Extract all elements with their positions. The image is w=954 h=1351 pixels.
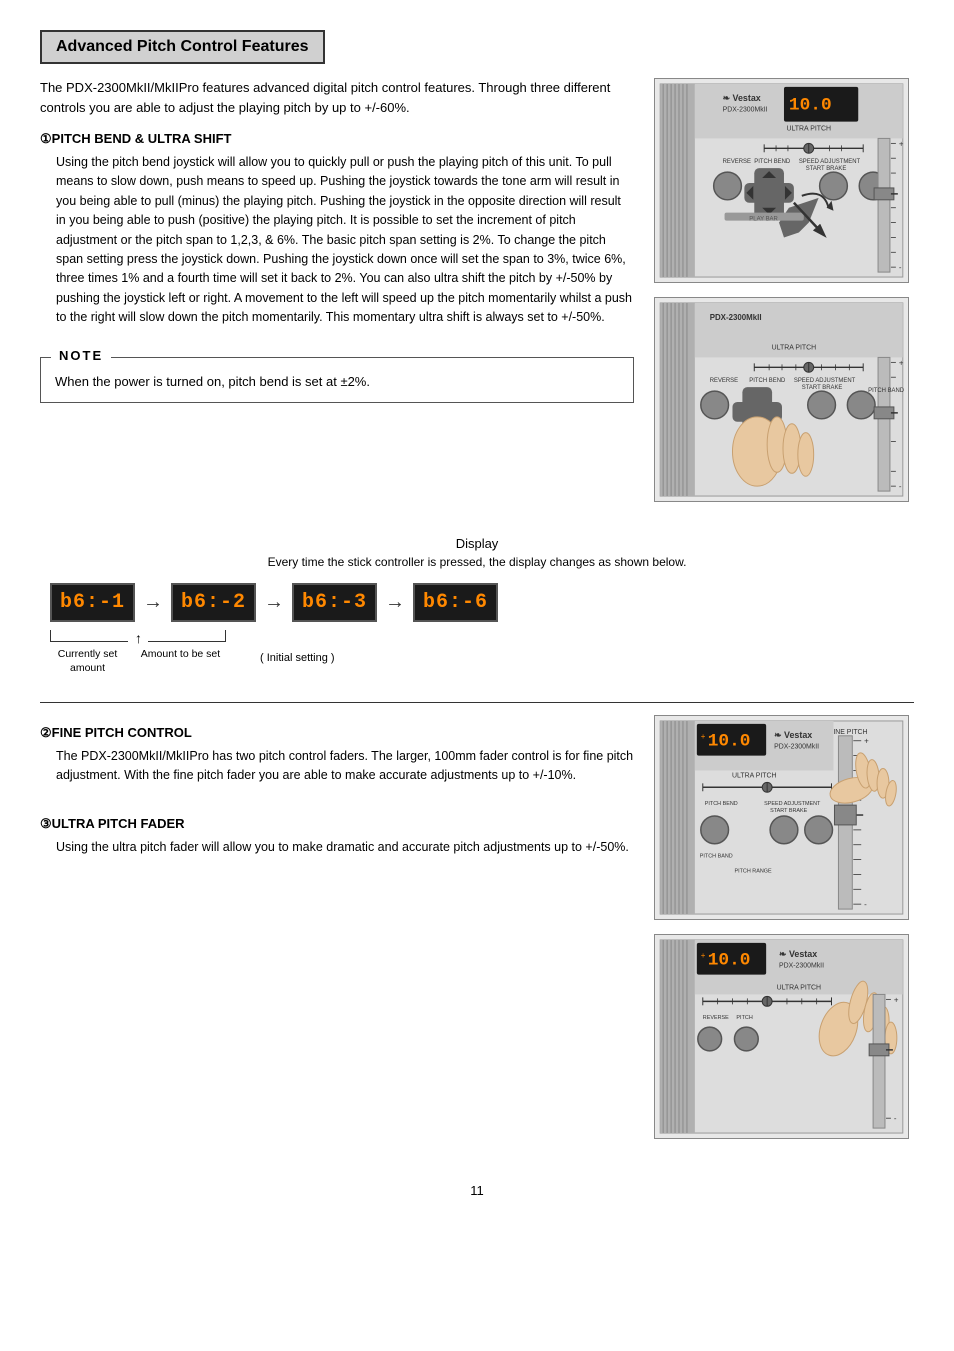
- section-divider-1: [40, 702, 914, 703]
- display-section: Display Every time the stick controller …: [40, 536, 914, 682]
- left-column: The PDX-2300MkII/MkIIPro features advanc…: [40, 78, 634, 516]
- svg-text:-: -: [864, 900, 867, 909]
- section1-num: ①: [40, 131, 52, 146]
- svg-text:ULTRA PITCH: ULTRA PITCH: [772, 344, 816, 351]
- arrow-1: →: [143, 591, 163, 614]
- svg-text:PDX-2300MkII: PDX-2300MkII: [774, 744, 819, 751]
- section2-body: The PDX-2300MkII/MkIIPro has two pitch c…: [56, 747, 634, 786]
- bracket-left: [50, 630, 128, 642]
- svg-text:SPEED ADJUSTMENT: SPEED ADJUSTMENT: [799, 159, 861, 165]
- arrow-2: →: [264, 591, 284, 614]
- svg-text:SPEED ADJUSTMENT: SPEED ADJUSTMENT: [794, 378, 856, 384]
- page-number: 11: [40, 1183, 914, 1198]
- svg-text:+: +: [864, 737, 869, 746]
- bracket-right: [148, 630, 226, 642]
- svg-text:FINE PITCH: FINE PITCH: [829, 729, 867, 736]
- svg-text:PITCH BAND: PITCH BAND: [868, 388, 904, 394]
- device-image-4: + 10.0 ❧ Vestax PDX-2300MkII ULTRA PITCH: [654, 934, 909, 1139]
- right-column: 10.0 ❧ Vestax PDX-2300MkII ULTRA PITCH: [654, 78, 914, 516]
- svg-text:PITCH: PITCH: [736, 1015, 752, 1021]
- label-amount-set: Amount to be set: [138, 648, 223, 662]
- svg-text:+: +: [899, 358, 904, 367]
- svg-text:REVERSE: REVERSE: [703, 1015, 729, 1021]
- section2-num: ②: [40, 725, 52, 740]
- svg-text:+: +: [894, 995, 899, 1004]
- svg-text:REVERSE: REVERSE: [723, 159, 751, 165]
- page-num-text: 11: [470, 1183, 484, 1198]
- section1-body: Using the pitch bend joystick will allow…: [56, 153, 634, 327]
- step2: b6:-2: [171, 583, 256, 622]
- label-initial: ( Initial setting ): [260, 652, 335, 664]
- page-title: Advanced Pitch Control Features: [56, 38, 309, 56]
- section3-container: ③ULTRA PITCH FADER Using the ultra pitch…: [40, 816, 634, 857]
- title-box: Advanced Pitch Control Features: [40, 30, 325, 64]
- svg-text:ULTRA PITCH: ULTRA PITCH: [786, 125, 830, 132]
- svg-text:ULTRA PITCH: ULTRA PITCH: [777, 984, 821, 991]
- svg-text:PDX-2300MkII: PDX-2300MkII: [779, 963, 824, 970]
- svg-text:PDX-2300MkII: PDX-2300MkII: [710, 313, 762, 322]
- svg-text:START BRAKE: START BRAKE: [802, 385, 843, 391]
- page-container: Advanced Pitch Control Features The PDX-…: [40, 30, 914, 1198]
- display-title: Display: [40, 536, 914, 551]
- device-image-1: 10.0 ❧ Vestax PDX-2300MkII ULTRA PITCH: [654, 78, 909, 283]
- note-container: NOTE When the power is turned on, pitch …: [40, 341, 634, 419]
- svg-text:PITCH BEND: PITCH BEND: [705, 801, 738, 807]
- intro-paragraph: The PDX-2300MkII/MkIIPro features advanc…: [40, 78, 634, 117]
- svg-text:PITCH BAND: PITCH BAND: [700, 854, 733, 860]
- device-image-3: FINE PITCH +: [654, 715, 909, 920]
- svg-text:ULTRA PITCH: ULTRA PITCH: [732, 772, 776, 779]
- svg-text:PDX-2300MkII: PDX-2300MkII: [723, 107, 768, 114]
- step1: b6:-1: [50, 583, 135, 622]
- svg-text:10.0: 10.0: [789, 96, 832, 116]
- svg-text:START BRAKE: START BRAKE: [806, 166, 847, 172]
- arrow-3: →: [385, 591, 405, 614]
- display-box-1: b6:-1: [50, 583, 135, 622]
- svg-text:❧ Vestax: ❧ Vestax: [774, 730, 812, 740]
- bottom-right-col: FINE PITCH +: [654, 715, 914, 1153]
- svg-text:PITCH RANGE: PITCH RANGE: [734, 868, 772, 874]
- svg-text:-: -: [894, 1114, 897, 1123]
- svg-text:10.0: 10.0: [708, 951, 751, 971]
- section1-title: PITCH BEND & ULTRA SHIFT: [52, 131, 232, 146]
- svg-text:+: +: [701, 732, 706, 741]
- svg-text:PLAY BAR: PLAY BAR: [749, 217, 778, 223]
- main-layout: The PDX-2300MkII/MkIIPro features advanc…: [40, 78, 914, 516]
- svg-text:❧ Vestax: ❧ Vestax: [723, 93, 761, 103]
- svg-text:PITCH BEND: PITCH BEND: [749, 378, 785, 384]
- svg-text:PITCH BEND: PITCH BEND: [754, 159, 790, 165]
- svg-text:+: +: [899, 139, 904, 148]
- svg-text:-: -: [899, 263, 902, 272]
- svg-text:-: -: [899, 482, 902, 491]
- svg-text:10.0: 10.0: [708, 732, 751, 752]
- section3-body: Using the ultra pitch fader will allow y…: [56, 838, 634, 857]
- section2-title: FINE PITCH CONTROL: [52, 725, 192, 740]
- note-label: NOTE: [51, 348, 111, 363]
- svg-text:START BRAKE: START BRAKE: [770, 808, 808, 814]
- display-box-4: b6:-6: [413, 583, 498, 622]
- svg-text:❧ Vestax: ❧ Vestax: [779, 949, 817, 959]
- display-subtitle: Every time the stick controller is press…: [40, 555, 914, 569]
- section3-num: ③: [40, 816, 52, 831]
- svg-text:REVERSE: REVERSE: [710, 378, 738, 384]
- display-steps-row: b6:-1 → b6:-2 → b6:-3 → b6:-6: [40, 583, 914, 622]
- note-text: When the power is turned on, pitch bend …: [55, 372, 619, 392]
- step4: b6:-6: [413, 583, 498, 622]
- arrow-up: ↑: [135, 630, 142, 646]
- section3-title: ULTRA PITCH FADER: [52, 816, 185, 831]
- note-box: NOTE When the power is turned on, pitch …: [40, 357, 634, 403]
- bottom-layout: ②FINE PITCH CONTROL The PDX-2300MkII/MkI…: [40, 715, 914, 1153]
- annotation-area: ↑ Currently set amount Amount to be set …: [40, 630, 914, 682]
- svg-text:SPEED ADJUSTMENT: SPEED ADJUSTMENT: [764, 801, 821, 807]
- display-box-3: b6:-3: [292, 583, 377, 622]
- section2-heading: ②FINE PITCH CONTROL: [40, 725, 634, 741]
- bottom-left-col: ②FINE PITCH CONTROL The PDX-2300MkII/MkI…: [40, 715, 634, 1153]
- section3-heading: ③ULTRA PITCH FADER: [40, 816, 634, 832]
- step3: b6:-3: [292, 583, 377, 622]
- display-box-2: b6:-2: [171, 583, 256, 622]
- device-image-2: PDX-2300MkII ULTRA PITCH R: [654, 297, 909, 502]
- svg-text:+: +: [701, 951, 706, 960]
- label-currently-set: Currently set amount: [40, 648, 135, 675]
- section1-heading: ①PITCH BEND & ULTRA SHIFT: [40, 131, 634, 147]
